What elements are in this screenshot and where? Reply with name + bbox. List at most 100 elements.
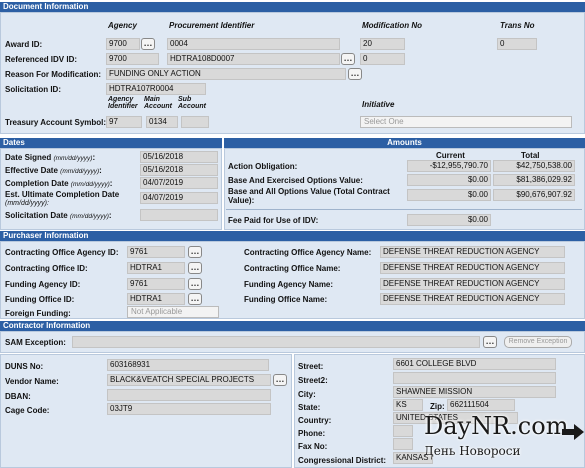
completion-date-label: Completion Date (mm/dd/yyyy): xyxy=(5,179,113,188)
solicitation-date-label: Solicitation Date (mm/dd/yyyy): xyxy=(5,211,112,220)
funding-office-id-lookup-button[interactable]: … xyxy=(188,293,202,305)
sam-exception-field[interactable] xyxy=(72,336,480,348)
foreign-funding-select[interactable]: Not Applicable xyxy=(127,306,219,318)
fax-label: Fax No: xyxy=(298,442,328,451)
cage-label: Cage Code: xyxy=(5,406,50,415)
effective-date-label: Effective Date (mm/dd/yyyy): xyxy=(5,166,102,175)
ref-procurement-field[interactable]: HDTRA108D0007 xyxy=(167,53,340,65)
street2-label: Street2: xyxy=(298,376,328,385)
city-label: City: xyxy=(298,390,316,399)
arrow-icon xyxy=(562,424,584,442)
duns-label: DUNS No: xyxy=(5,362,44,371)
doc-solicitation-field[interactable]: HDTRA107R0004 xyxy=(106,83,206,95)
funding-office-name-field[interactable]: DEFENSE THREAT REDUCTION AGENCY xyxy=(380,293,565,305)
award-modification-field[interactable]: 20 xyxy=(360,38,405,50)
col-main-account: Main Account xyxy=(144,96,172,110)
col-agency-identifier: Agency Identifier xyxy=(108,96,138,110)
dates-header: Dates xyxy=(0,138,222,148)
co-id-label: Contracting Office ID: xyxy=(5,264,88,273)
reason-lookup-button[interactable]: … xyxy=(348,68,362,80)
cage-field[interactable]: 03JT9 xyxy=(107,403,271,415)
co-agency-id-lookup-button[interactable]: … xyxy=(188,246,202,258)
dban-field[interactable] xyxy=(107,389,271,401)
tas-agency-field[interactable]: 97 xyxy=(106,116,142,128)
street2-field[interactable] xyxy=(393,372,556,384)
date-signed-field[interactable]: 05/16/2018 xyxy=(140,151,218,163)
col-procurement-identifier: Procurement Identifier xyxy=(169,21,255,30)
co-agency-id-field[interactable]: 9761 xyxy=(127,246,185,258)
exercised-total-field[interactable]: $81,386,029.92 xyxy=(493,174,575,186)
co-agency-name-field[interactable]: DEFENSE THREAT REDUCTION AGENCY xyxy=(380,246,565,258)
solicitation-date-field[interactable] xyxy=(140,209,218,221)
tas-label: Treasury Account Symbol: xyxy=(5,118,107,127)
doc-solicitation-label: Solicitation ID: xyxy=(5,85,61,94)
watermark: DayNR.com День Новороси xyxy=(412,412,584,464)
col-agency: Agency xyxy=(108,21,137,30)
sam-exception-label: SAM Exception: xyxy=(5,338,66,347)
sam-exception-lookup-button[interactable]: … xyxy=(483,336,497,348)
award-procurement-field[interactable]: 0004 xyxy=(167,38,340,50)
vendor-field[interactable]: BLACK&VEATCH SPECIAL PROJECTS xyxy=(107,374,271,386)
col-initiative: Initiative xyxy=(362,100,395,109)
ref-idv-lookup-button[interactable]: … xyxy=(341,53,355,65)
foreign-funding-label: Foreign Funding: xyxy=(5,309,71,318)
funding-office-id-field[interactable]: HDTRA1 xyxy=(127,293,185,305)
country-label: Country: xyxy=(298,416,332,425)
funding-agency-id-label: Funding Agency ID: xyxy=(5,280,81,289)
co-id-lookup-button[interactable]: … xyxy=(188,262,202,274)
co-name-field[interactable]: DEFENSE THREAT REDUCTION AGENCY xyxy=(380,262,565,274)
effective-date-field[interactable]: 05/16/2018 xyxy=(140,164,218,176)
obligation-total-field[interactable]: $42,750,538.00 xyxy=(493,160,575,172)
ref-idv-label: Referenced IDV ID: xyxy=(5,55,78,64)
fee-label: Fee Paid for Use of IDV: xyxy=(228,216,319,225)
funding-office-id-label: Funding Office ID: xyxy=(5,295,75,304)
obligation-current-field[interactable]: -$12,955,790.70 xyxy=(407,160,491,172)
initiative-select[interactable]: Select One xyxy=(360,116,572,128)
zip-field[interactable]: 662111504 xyxy=(447,399,515,411)
award-trans-field[interactable]: 0 xyxy=(497,38,537,50)
city-field[interactable]: SHAWNEE MISSION xyxy=(393,386,556,398)
all-options-label: Base and All Options Value (Total Contra… xyxy=(228,187,390,205)
street-field[interactable]: 6601 COLLEGE BLVD xyxy=(393,358,556,370)
co-name-label: Contracting Office Name: xyxy=(244,264,341,273)
funding-agency-id-field[interactable]: 9761 xyxy=(127,278,185,290)
fax-field[interactable] xyxy=(393,438,413,450)
col-modification-no: Modification No xyxy=(362,21,422,30)
fee-field[interactable]: $0.00 xyxy=(407,214,491,226)
col-current: Current xyxy=(436,151,465,160)
phone-label: Phone: xyxy=(298,429,326,438)
duns-field[interactable]: 603168931 xyxy=(107,359,269,371)
tas-main-field[interactable]: 0134 xyxy=(146,116,178,128)
all-options-total-field[interactable]: $90,676,907.92 xyxy=(493,189,575,201)
funding-agency-id-lookup-button[interactable]: … xyxy=(188,278,202,290)
award-agency-lookup-button[interactable]: … xyxy=(141,38,155,50)
watermark-brand: DayNR.com xyxy=(424,412,569,440)
all-options-current-field[interactable]: $0.00 xyxy=(407,189,491,201)
reason-field[interactable]: FUNDING ONLY ACTION xyxy=(106,68,346,80)
amounts-header: Amounts xyxy=(224,138,585,148)
completion-date-field[interactable]: 04/07/2019 xyxy=(140,177,218,189)
remove-exception-button[interactable]: Remove Exception xyxy=(504,336,572,348)
reason-label: Reason For Modification: xyxy=(5,70,101,79)
ultimate-completion-label: Est. Ultimate Completion Date (mm/dd/yyy… xyxy=(5,190,120,207)
vendor-lookup-button[interactable]: … xyxy=(273,374,287,386)
col-total: Total xyxy=(521,151,540,160)
funding-agency-name-field[interactable]: DEFENSE THREAT REDUCTION AGENCY xyxy=(380,278,565,290)
ultimate-completion-field[interactable]: 04/07/2019 xyxy=(140,192,218,204)
exercised-label: Base And Exercised Options Value: xyxy=(228,176,363,185)
award-id-label: Award ID: xyxy=(5,40,43,49)
ref-agency-field[interactable]: 9700 xyxy=(106,53,159,65)
funding-office-name-label: Funding Office Name: xyxy=(244,295,328,304)
exercised-current-field[interactable]: $0.00 xyxy=(407,174,491,186)
district-label: Congressional District: xyxy=(298,456,387,465)
tas-sub-field[interactable] xyxy=(181,116,209,128)
award-agency-field[interactable]: 9700 xyxy=(106,38,140,50)
ref-modification-field[interactable]: 0 xyxy=(360,53,405,65)
state-field[interactable]: KS xyxy=(393,399,423,411)
co-id-field[interactable]: HDTRA1 xyxy=(127,262,185,274)
dban-label: DBAN: xyxy=(5,392,31,401)
col-sub-account: Sub Account xyxy=(178,96,206,110)
obligation-label: Action Obligation: xyxy=(228,162,298,171)
phone-field[interactable] xyxy=(393,425,413,437)
co-agency-name-label: Contracting Office Agency Name: xyxy=(244,248,372,257)
